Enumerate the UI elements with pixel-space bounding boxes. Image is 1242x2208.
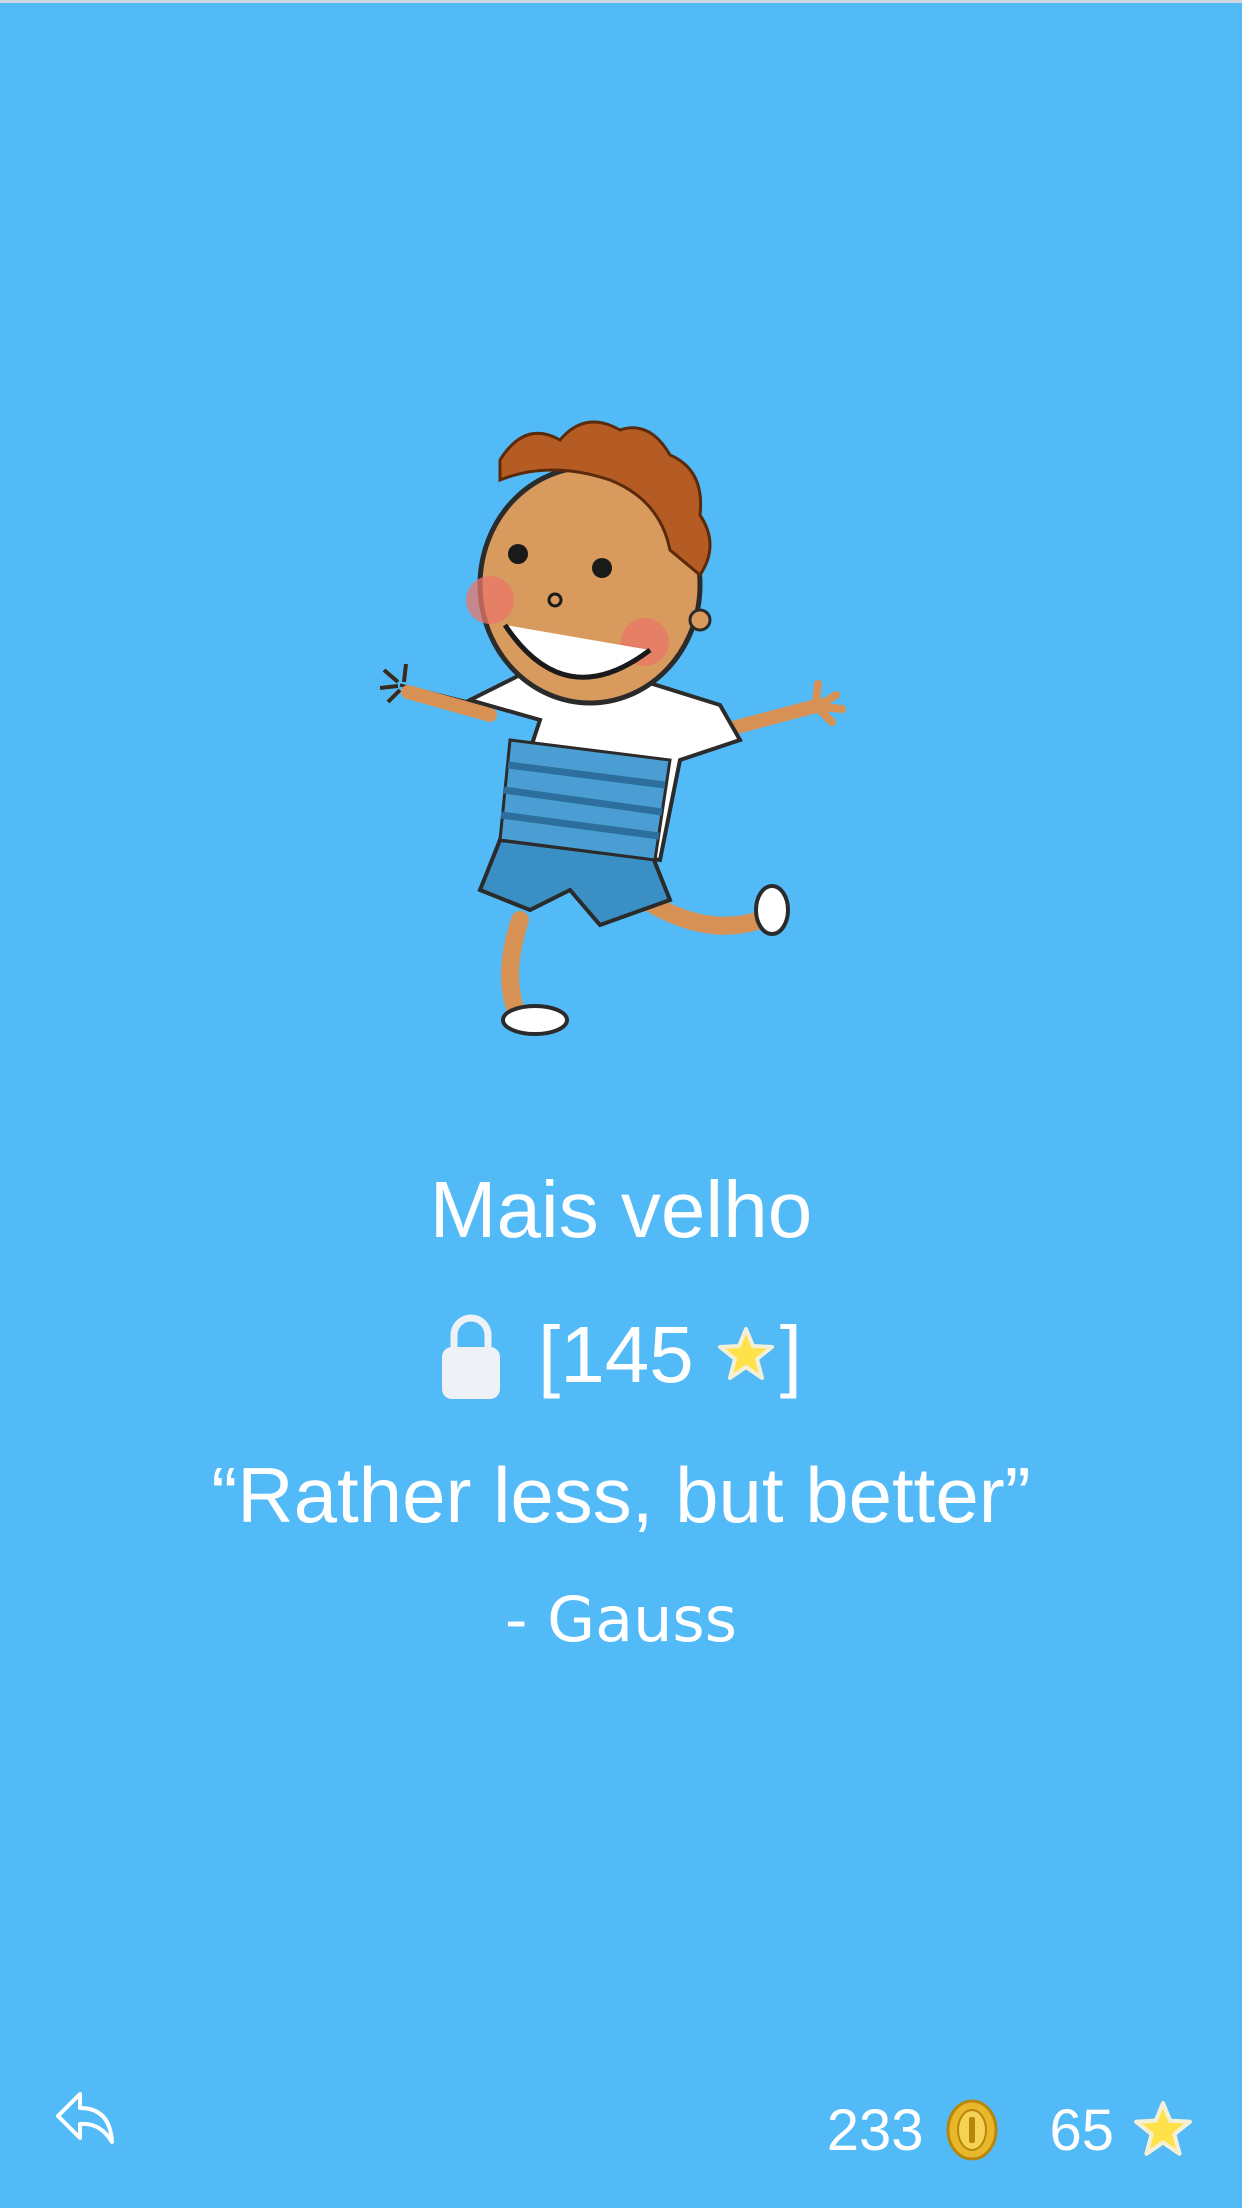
unlock-price[interactable]: [ 145 ] xyxy=(0,1300,1242,1410)
currency-stats: 233 65 xyxy=(827,2090,1194,2170)
back-arrow-icon[interactable] xyxy=(52,2088,118,2148)
coin-icon xyxy=(946,2099,998,2161)
level-title: Mais velho xyxy=(429,1165,813,1254)
coin-count: 233 xyxy=(826,2097,924,2163)
top-divider xyxy=(0,0,1242,3)
star-icon xyxy=(1134,2101,1192,2156)
lock-icon xyxy=(442,1314,501,1399)
price-bracket-open: [ xyxy=(538,1310,561,1399)
star-count: 65 xyxy=(1049,2097,1114,2163)
price-bracket-close: ] xyxy=(779,1310,802,1399)
price-value: 145 xyxy=(560,1310,694,1399)
quote-text: “Rather less, but better” xyxy=(211,1451,1031,1539)
character-illustration xyxy=(380,420,846,1036)
quote-author: - Gauss xyxy=(504,1583,737,1656)
star-icon xyxy=(717,1327,774,1380)
